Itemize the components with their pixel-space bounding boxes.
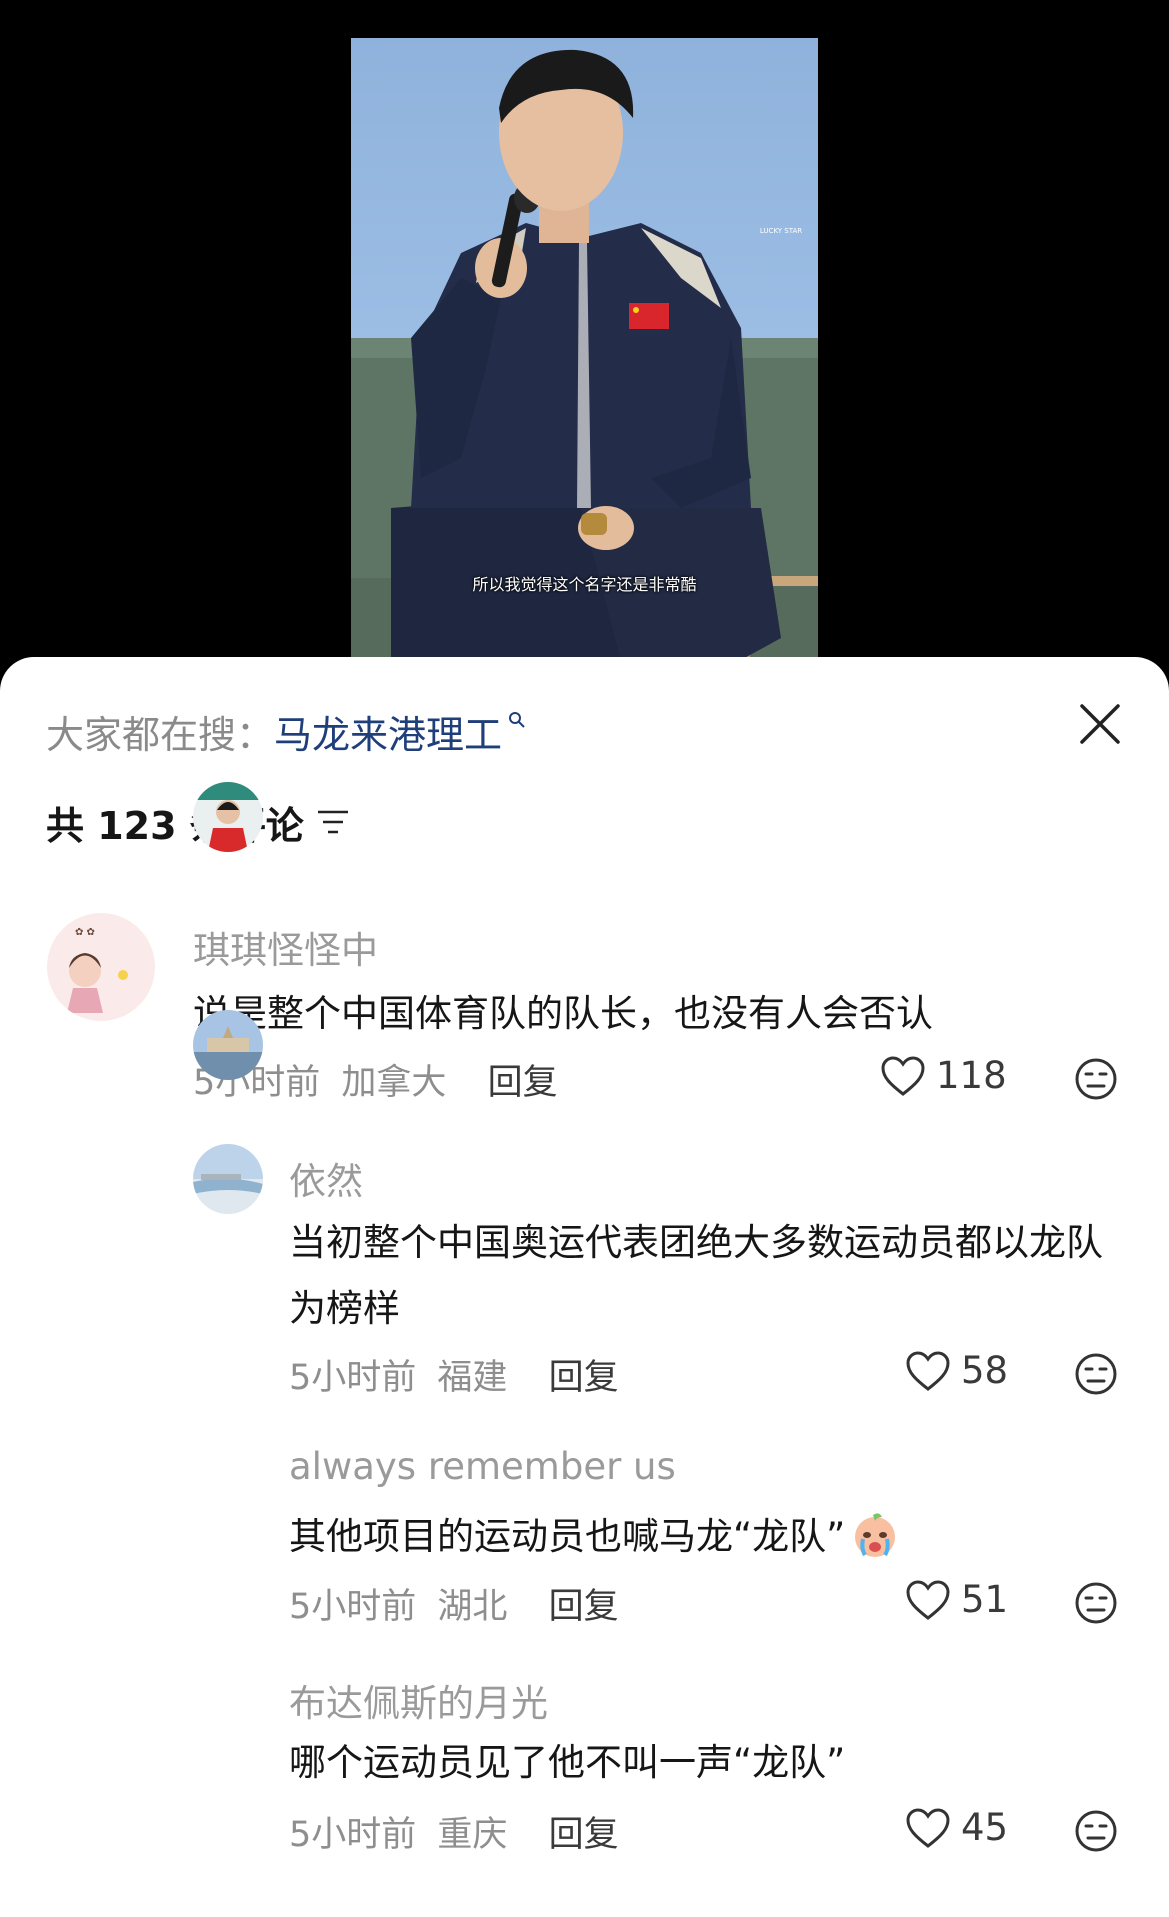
comment-author[interactable]: always remember us (289, 1445, 676, 1488)
search-icon (509, 712, 525, 728)
dislike-face-icon[interactable] (1074, 1352, 1118, 1396)
heart-icon (906, 1807, 950, 1848)
comment-text-content: 其他项目的运动员也喊马龙“龙队” (289, 1515, 846, 1558)
reply-button[interactable]: 回复 (549, 1587, 619, 1627)
reply-button[interactable]: 回复 (549, 1358, 619, 1398)
dislike-face-icon[interactable] (1074, 1057, 1118, 1101)
comment-text[interactable]: 哪个运动员见了他不叫一声“龙队” (289, 1730, 1129, 1796)
dislike-face-icon[interactable] (1074, 1581, 1118, 1625)
heart-icon (906, 1579, 950, 1620)
avatar[interactable] (193, 1144, 263, 1214)
like-count: 51 (961, 1578, 1009, 1621)
comment-text[interactable]: 说是整个中国体育队的队长，也没有人会否认 (193, 981, 1093, 1047)
comment-text[interactable]: 当初整个中国奥运代表团绝大多数运动员都以龙队为榜样 (289, 1210, 1129, 1342)
trending-search-prefix: 大家都在搜： (46, 712, 275, 757)
reply-button[interactable]: 回复 (488, 1063, 558, 1103)
like-button[interactable]: 45 (905, 1806, 1008, 1849)
comment-meta: 5小时前 湖北 回复 (289, 1578, 619, 1629)
comment-time: 5小时前 (289, 1358, 417, 1398)
backdrop-logo: LUCKY STAR (760, 227, 802, 235)
avatar[interactable] (193, 782, 263, 852)
dislike-face-icon[interactable] (1074, 1809, 1118, 1853)
comment-time: 5小时前 (289, 1815, 417, 1855)
avatar[interactable] (193, 1010, 263, 1080)
close-icon[interactable] (1078, 702, 1122, 746)
like-button[interactable]: 118 (880, 1054, 1007, 1097)
trending-search-term[interactable]: 马龙来港理工 (274, 704, 502, 759)
comment-count: 共 123 条评论 (46, 803, 304, 848)
comment-author[interactable]: 布达佩斯的月光 (289, 1673, 548, 1727)
comment-sheet: 大家都在搜： 马龙来港理工 共 123 条评论 ✿ ✿ 琪琪怪怪中 说是整个中国… (0, 657, 1169, 1917)
like-button[interactable]: 51 (905, 1578, 1008, 1621)
reply-button[interactable]: 回复 (549, 1815, 619, 1855)
like-count: 58 (961, 1349, 1009, 1392)
comment-meta: 5小时前 重庆 回复 (289, 1806, 619, 1857)
avatar[interactable]: ✿ ✿ (47, 913, 155, 1021)
video-still-person: LUCKY STAR (351, 49, 818, 660)
comment-location: 福建 (437, 1358, 508, 1398)
comment-location: 重庆 (437, 1815, 508, 1855)
sort-filter-icon[interactable] (316, 807, 350, 837)
like-button[interactable]: 58 (905, 1349, 1008, 1392)
comment-text[interactable]: 其他项目的运动员也喊马龙“龙队” (289, 1504, 1089, 1570)
trending-search[interactable]: 大家都在搜： 马龙来港理工 (46, 705, 526, 757)
comment-location: 湖北 (437, 1587, 508, 1627)
comment-time: 5小时前 (289, 1587, 417, 1627)
comment-author[interactable]: 依然 (289, 1151, 363, 1205)
comment-author[interactable]: 琪琪怪怪中 (193, 920, 378, 974)
heart-icon (881, 1055, 925, 1096)
svg-text:✿ ✿: ✿ ✿ (75, 927, 95, 938)
crying-face-emoji-icon (855, 1513, 896, 1557)
comment-location: 加拿大 (341, 1063, 447, 1103)
comment-meta: 5小时前 福建 回复 (289, 1349, 619, 1400)
like-count: 45 (961, 1806, 1009, 1849)
video-player[interactable]: LUCKY STAR 所以我觉得这个名字还是非常酷 (0, 0, 1169, 700)
heart-icon (906, 1350, 950, 1391)
video-frame[interactable]: LUCKY STAR 所以我觉得这个名字还是非常酷 (351, 38, 818, 660)
video-subtitle: 所以我觉得这个名字还是非常酷 (472, 575, 697, 594)
like-count: 118 (936, 1054, 1007, 1097)
